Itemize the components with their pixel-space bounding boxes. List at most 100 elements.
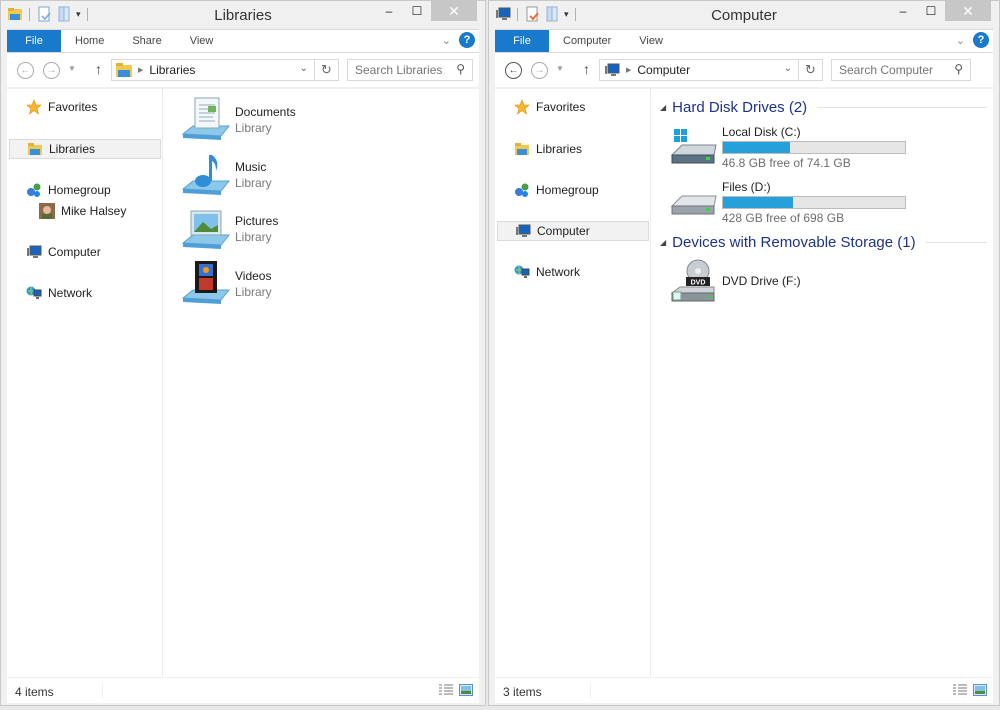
homegroup-icon	[27, 183, 41, 197]
star-icon	[26, 99, 42, 115]
forward-button[interactable]: →	[43, 62, 60, 79]
address-bar[interactable]: ▶ Libraries ⌄ ↻	[111, 59, 339, 81]
library-item-music[interactable]: Music Library	[181, 150, 272, 200]
tab-share[interactable]: Share	[118, 30, 175, 52]
nav-item-label: Homegroup	[48, 183, 111, 197]
nav-item-label: Mike Halsey	[61, 204, 127, 218]
close-button[interactable]: ✕	[945, 1, 991, 21]
minimize-button[interactable]: –	[375, 1, 403, 21]
nav-item-mike-halsey[interactable]: Mike Halsey	[9, 201, 161, 221]
expand-ribbon-icon[interactable]: ⌄	[442, 34, 451, 47]
close-button[interactable]: ✕	[431, 1, 477, 21]
tab-file[interactable]: File	[495, 30, 549, 52]
drive-name: Local Disk (C:)	[722, 125, 801, 139]
ribbon-tabs: File Computer View ⌄ ?	[495, 29, 993, 53]
search-box[interactable]: ⚲	[347, 59, 473, 81]
large-icons-view-icon[interactable]	[973, 684, 987, 696]
nav-item-network[interactable]: Network	[9, 283, 161, 303]
caption-buttons: – ☐ ✕	[889, 1, 991, 21]
library-type: Library	[235, 285, 272, 299]
refresh-button[interactable]: ↻	[314, 60, 338, 80]
dvd-drive-icon: DVD	[670, 259, 715, 302]
library-name: Videos	[235, 269, 272, 283]
breadcrumb-arrow-icon[interactable]: ▶	[626, 66, 631, 74]
refresh-button[interactable]: ↻	[798, 60, 822, 80]
drive-usage-bar	[722, 196, 906, 209]
help-icon[interactable]: ?	[459, 32, 475, 48]
computer-icon	[516, 224, 531, 237]
tab-file[interactable]: File	[7, 30, 61, 52]
nav-item-computer[interactable]: Computer	[497, 221, 649, 241]
details-view-icon[interactable]	[953, 684, 967, 696]
collapse-group-icon[interactable]: ◢	[660, 103, 666, 112]
drive-usage-fill	[723, 142, 790, 153]
documents-library-icon	[181, 97, 231, 140]
address-dropdown-icon[interactable]: ⌄	[784, 63, 792, 74]
search-box[interactable]: ⚲	[831, 59, 971, 81]
svg-text:DVD: DVD	[691, 280, 706, 287]
recent-locations-icon[interactable]: ▼	[556, 64, 564, 73]
library-item-pictures[interactable]: Pictures Library	[181, 204, 278, 254]
nav-item-homegroup[interactable]: Homegroup	[497, 180, 649, 200]
nav-item-favorites[interactable]: Favorites	[497, 97, 649, 117]
nav-item-libraries[interactable]: Libraries	[497, 139, 649, 159]
help-icon[interactable]: ?	[973, 32, 989, 48]
tab-view[interactable]: View	[176, 30, 228, 52]
tab-computer[interactable]: Computer	[549, 30, 625, 52]
drive-free-space: 428 GB free of 698 GB	[722, 211, 845, 225]
search-input[interactable]	[832, 60, 970, 80]
nav-item-label: Computer	[48, 245, 101, 259]
content-pane: ◢ Hard Disk Drives (2) Local Disk (C:) 4…	[652, 89, 993, 677]
status-divider	[102, 683, 103, 699]
status-bar: 3 items	[495, 677, 993, 703]
expand-ribbon-icon[interactable]: ⌄	[956, 34, 965, 47]
back-button[interactable]: ←	[505, 62, 522, 79]
item-count: 4 items	[15, 685, 54, 699]
explorer-body: Favorites Libraries Homegroup Mike Halse…	[7, 89, 479, 677]
drive-item-d[interactable]: Files (D:) 428 GB free of 698 GB	[668, 180, 906, 225]
drive-usage-bar	[722, 141, 906, 154]
explorer-body: Favorites Libraries Homegroup Computer N…	[495, 89, 993, 677]
drive-item-f[interactable]: DVD DVD Drive (F:)	[668, 259, 801, 303]
search-input[interactable]	[348, 60, 472, 80]
breadcrumb-arrow-icon[interactable]: ▶	[138, 66, 143, 74]
status-bar: 4 items	[7, 677, 479, 703]
group-header-removable-storage[interactable]: ◢ Devices with Removable Storage (1)	[660, 234, 987, 251]
nav-item-label: Libraries	[49, 142, 96, 156]
nav-item-computer[interactable]: Computer	[9, 242, 161, 262]
breadcrumb-computer[interactable]: Computer	[637, 63, 690, 77]
nav-item-favorites[interactable]: Favorites	[9, 97, 161, 117]
library-item-documents[interactable]: Documents Library	[181, 95, 296, 145]
address-bar[interactable]: ▶ Computer ⌄ ↻	[599, 59, 823, 81]
nav-item-homegroup[interactable]: Homegroup	[9, 180, 161, 200]
breadcrumb-libraries[interactable]: Libraries	[149, 63, 195, 77]
minimize-button[interactable]: –	[889, 1, 917, 21]
title-bar[interactable]: ▾ Libraries – ☐ ✕	[1, 1, 485, 29]
up-button[interactable]: ↑	[583, 61, 590, 77]
large-icons-view-icon[interactable]	[459, 684, 473, 696]
search-icon[interactable]: ⚲	[954, 62, 963, 76]
nav-item-libraries[interactable]: Libraries	[9, 139, 161, 159]
title-bar[interactable]: ▾ Computer – ☐ ✕	[489, 1, 999, 29]
group-header-hard-disk-drives[interactable]: ◢ Hard Disk Drives (2)	[660, 99, 987, 116]
maximize-button[interactable]: ☐	[917, 1, 945, 21]
recent-locations-icon[interactable]: ▼	[68, 64, 76, 73]
collapse-group-icon[interactable]: ◢	[660, 238, 666, 247]
content-pane: Documents Library Music Library Pictures…	[164, 89, 479, 677]
nav-item-network[interactable]: Network	[497, 262, 649, 282]
nav-item-label: Libraries	[536, 142, 583, 156]
search-icon[interactable]: ⚲	[456, 62, 465, 76]
nav-item-label: Homegroup	[536, 183, 599, 197]
tab-view[interactable]: View	[625, 30, 677, 52]
address-dropdown-icon[interactable]: ⌄	[300, 63, 308, 74]
item-count: 3 items	[503, 685, 542, 699]
back-button[interactable]: ←	[17, 62, 34, 79]
maximize-button[interactable]: ☐	[403, 1, 431, 21]
library-item-videos[interactable]: Videos Library	[181, 259, 272, 309]
forward-button[interactable]: →	[531, 62, 548, 79]
drive-item-c[interactable]: Local Disk (C:) 46.8 GB free of 74.1 GB	[668, 125, 906, 170]
tab-home[interactable]: Home	[61, 30, 118, 52]
details-view-icon[interactable]	[439, 684, 453, 696]
up-button[interactable]: ↑	[95, 61, 102, 77]
navigation-bar: ← → ▼ ↑ ▶ Computer ⌄ ↻ ⚲	[495, 53, 993, 87]
